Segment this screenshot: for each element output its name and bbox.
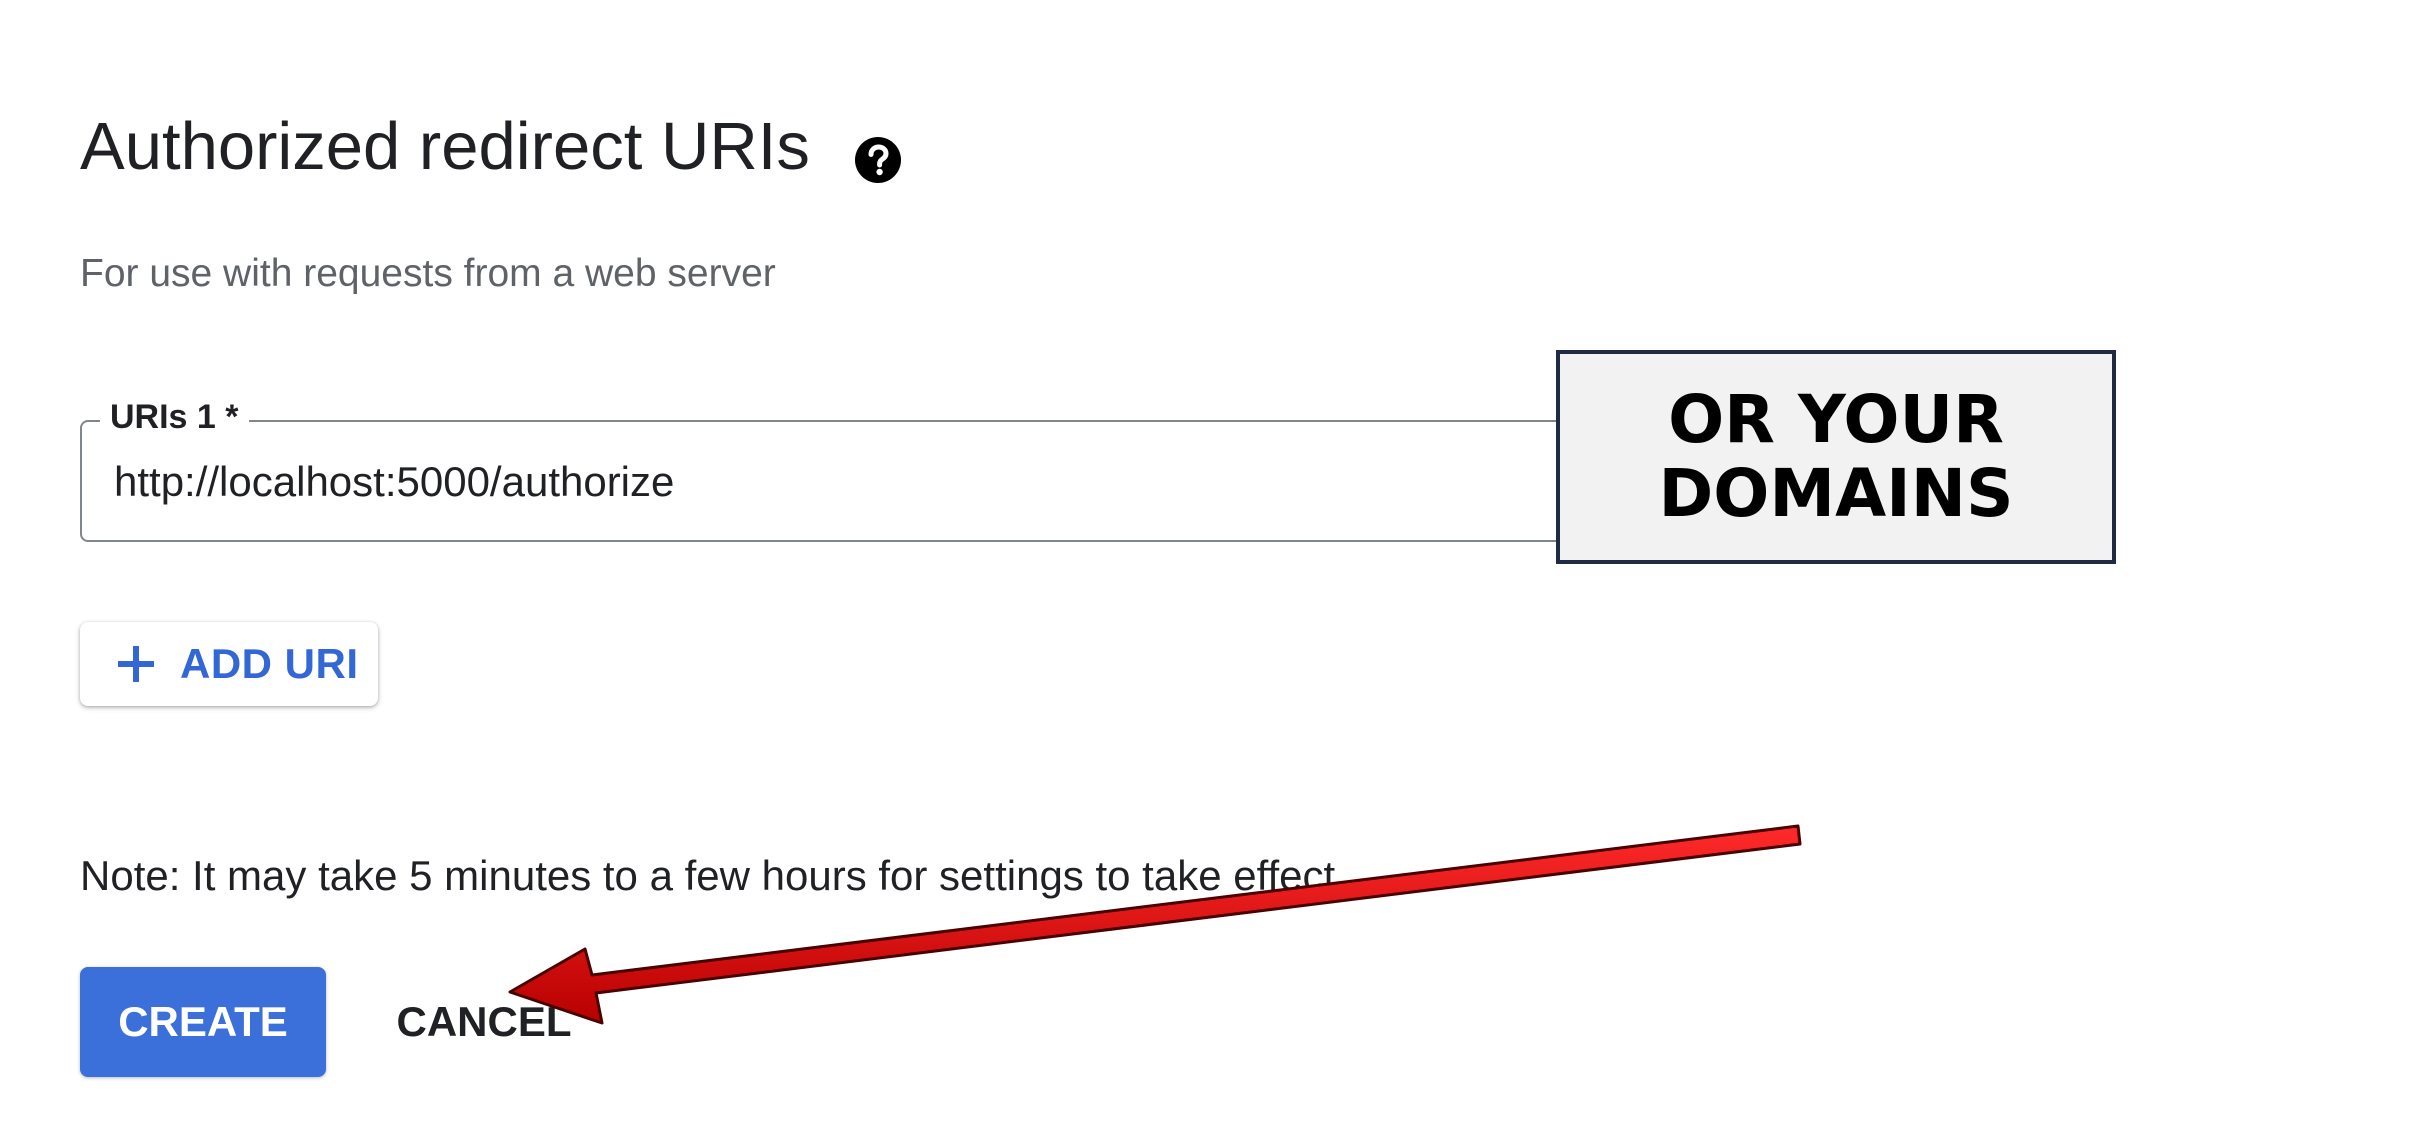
callout-line-2: DOMAINS [1658, 455, 2014, 532]
add-uri-button[interactable]: ADD URI [80, 622, 378, 706]
uri-1-field[interactable]: URIs 1 * http://localhost:5000/authorize [80, 398, 1640, 542]
help-circle-icon[interactable] [854, 123, 902, 183]
section-subtitle: For use with requests from a web server [80, 252, 776, 295]
callout-line-1: OR YOUR [1668, 381, 2004, 459]
cancel-button[interactable]: CANCEL [384, 967, 584, 1077]
plus-icon [118, 646, 154, 682]
uri-1-label: URIs 1 * [100, 398, 249, 437]
annotation-callout-box: OR YOUR DOMAINS [1556, 350, 2116, 564]
section-title-text: Authorized redirect URIs [80, 109, 810, 184]
section-title: Authorized redirect URIs [80, 108, 902, 185]
settings-note: Note: It may take 5 minutes to a few hou… [80, 852, 1336, 899]
create-button[interactable]: CREATE [80, 967, 326, 1077]
oauth-client-form: Authorized redirect URIs For use with re… [0, 0, 2428, 1123]
add-uri-label: ADD URI [180, 640, 359, 687]
uri-1-input-value[interactable]: http://localhost:5000/authorize [114, 458, 674, 506]
